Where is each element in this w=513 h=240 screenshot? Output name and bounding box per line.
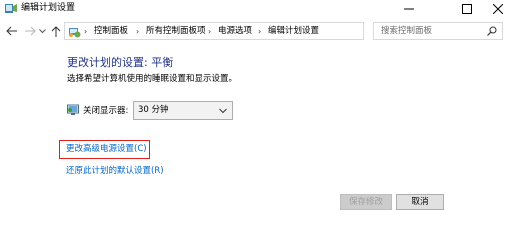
page-subtitle: 选择希望计算机使用的睡眠设置和显示设置。 [67,74,238,84]
cancel-button[interactable]: 取消 [396,194,444,210]
recent-locations-button[interactable] [38,25,46,37]
up-button[interactable] [50,25,62,37]
display-off-select[interactable]: 30 分钟 [133,101,233,120]
monitor-icon [67,104,79,115]
breadcrumb-separator: › [258,27,262,36]
search-placeholder: 搜索控制面板 [381,26,433,36]
breadcrumb-separator: › [136,27,140,36]
display-off-value: 30 分钟 [138,105,169,115]
search-icon [487,26,497,36]
breadcrumb-control-panel[interactable]: 控制面板 [94,26,128,37]
chevron-down-icon [38,28,46,33]
close-icon [493,3,503,14]
breadcrumb-edit-plan[interactable]: 编辑计划设置 [268,26,319,37]
chevron-down-icon [219,108,227,114]
maximize-icon [462,3,472,14]
title-bar: 编辑计划设置 [0,0,513,17]
breadcrumb-power-options[interactable]: 电源选项 [218,26,252,37]
minimize-button[interactable] [394,0,424,17]
back-arrow-icon [5,26,17,36]
page-title: 更改计划的设置: 平衡 [67,56,174,69]
control-panel-icon [69,28,81,38]
search-box[interactable]: 搜索控制面板 [373,22,503,40]
forward-button[interactable] [24,25,36,37]
close-button[interactable] [483,0,513,17]
save-changes-button[interactable]: 保存修改 [340,194,392,210]
breadcrumb-separator: › [208,27,212,36]
maximize-button[interactable] [452,0,482,17]
up-arrow-icon [51,25,61,37]
breadcrumb-separator: › [84,27,88,36]
window-title: 编辑计划设置 [21,3,76,13]
change-advanced-settings-link[interactable]: 更改高级电源设置(C) [66,144,147,155]
address-bar[interactable]: › 控制面板 › 所有控制面板项 › 电源选项 › 编辑计划设置 [64,22,429,40]
breadcrumb-all-items[interactable]: 所有控制面板项 [146,26,206,37]
restore-defaults-link[interactable]: 还原此计划的默认设置(R) [66,166,164,177]
power-options-icon [5,4,17,13]
back-button[interactable] [5,25,17,37]
forward-arrow-icon [24,26,36,36]
display-off-label: 关闭显示器: [83,106,129,116]
minimize-icon [404,8,414,9]
